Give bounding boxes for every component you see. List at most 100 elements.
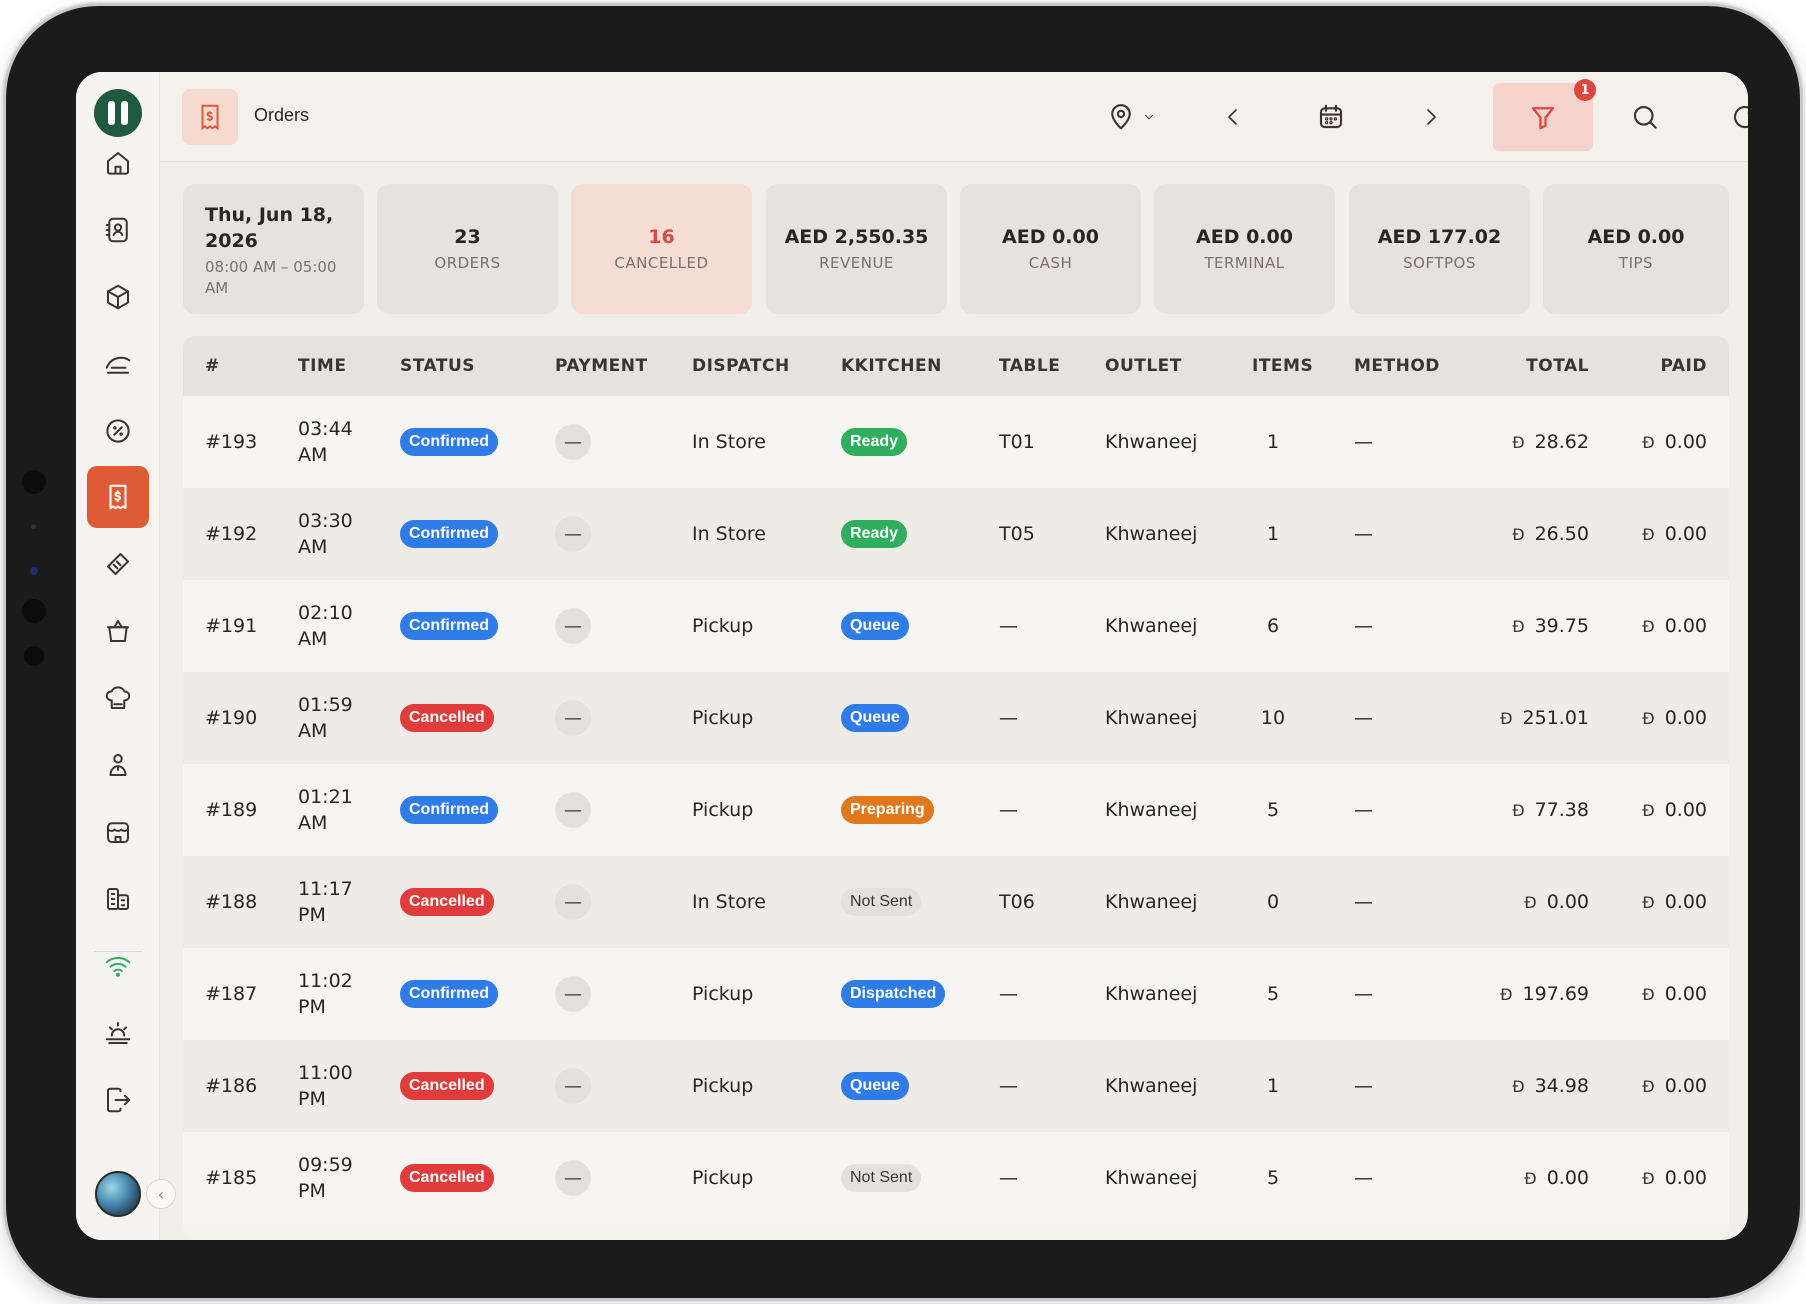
kitchen-cell: Preparing	[841, 764, 934, 856]
kitchen-status-badge: Not Sent	[841, 888, 922, 916]
col-header-status[interactable]: STATUS	[400, 336, 475, 396]
payment-method: —	[1354, 983, 1373, 1005]
table-row[interactable]: #189 01:21 AM Confirmed — Pickup Prepari…	[183, 764, 1729, 856]
dispatch-type: In Store	[692, 523, 766, 545]
col-header-dispatch[interactable]: DISPATCH	[692, 336, 790, 396]
table-number: —	[999, 799, 1018, 821]
payment-method: —	[1354, 523, 1373, 545]
kitchen-status-badge: Preparing	[841, 796, 934, 824]
next-day-button[interactable]	[1408, 94, 1454, 140]
col-header-payment[interactable]: PAYMENT	[555, 336, 648, 396]
table-row[interactable]: #188 11:17 PM Cancelled — In Store Not S…	[183, 856, 1729, 948]
sidebar-item-contacts[interactable]	[76, 200, 160, 260]
col-header-method[interactable]: METHOD	[1354, 336, 1440, 396]
col-header-paid[interactable]: PAID	[1603, 336, 1707, 396]
sidebar-item-staff[interactable]	[76, 735, 160, 795]
order-paid: Đ 0.00	[1583, 1040, 1707, 1132]
stat-cash[interactable]: AED 0.00 CASH	[960, 184, 1141, 314]
payment-badge: —	[555, 424, 591, 460]
sidebar-item-basket[interactable]	[76, 601, 160, 661]
stat-cancelled[interactable]: 16 CANCELLED	[571, 184, 752, 314]
order-time-period: AM	[298, 628, 328, 650]
currency-symbol: Đ	[1642, 616, 1655, 636]
table-row[interactable]: #185 09:59 PM Cancelled — Pickup Not Sen…	[183, 1132, 1729, 1224]
table-row[interactable]: #190 01:59 AM Cancelled — Pickup Queue —…	[183, 672, 1729, 764]
sidebar-item-connection[interactable]	[76, 936, 160, 996]
stat-terminal[interactable]: AED 0.00 TERMINAL	[1154, 184, 1335, 314]
kitchen-cell: Ready	[841, 396, 908, 488]
order-total-value: 34.98	[1534, 1075, 1589, 1097]
sidebar-item-products[interactable]	[76, 267, 160, 327]
stat-label: TIPS	[1618, 254, 1654, 272]
calendar-button[interactable]	[1306, 94, 1356, 140]
col-header-number[interactable]: #	[205, 336, 220, 396]
order-number: #188	[205, 891, 258, 913]
col-header-outlet[interactable]: OUTLET	[1105, 336, 1182, 396]
kitchen-status-badge: Not Sent	[841, 1164, 922, 1192]
sidebar-item-discounts[interactable]	[76, 401, 160, 461]
contacts-icon	[105, 217, 128, 243]
table-row[interactable]: #191 02:10 AM Confirmed — Pickup Queue —…	[183, 580, 1729, 672]
order-number: #186	[205, 1075, 258, 1097]
order-time-period: PM	[298, 996, 326, 1018]
stat-value: 16	[648, 226, 675, 248]
table-row[interactable]: #187 11:02 PM Confirmed — Pickup Dispatc…	[183, 948, 1729, 1040]
chef-icon	[105, 686, 131, 709]
sidebar-item-logout[interactable]	[76, 1070, 160, 1130]
payment-method: —	[1354, 431, 1373, 453]
receipt-icon	[201, 104, 219, 131]
order-number: #187	[205, 983, 258, 1005]
sidebar-item-orders[interactable]	[76, 466, 160, 528]
status-cell: Confirmed	[400, 488, 498, 580]
payment-cell: —	[555, 856, 591, 948]
col-header-items[interactable]: ITEMS	[1252, 336, 1313, 396]
kitchen-cell: Dispatched	[841, 948, 946, 1040]
table-row[interactable]: #192 03:30 AM Confirmed — In Store Ready…	[183, 488, 1729, 580]
stat-revenue[interactable]: AED 2,550.35 REVENUE	[766, 184, 947, 314]
item-count: 5	[1266, 983, 1280, 1005]
sensor	[24, 646, 44, 666]
currency-symbol: Đ	[1642, 1076, 1655, 1096]
col-header-table[interactable]: TABLE	[999, 336, 1060, 396]
order-time: 01:59 AM	[298, 672, 353, 764]
refresh-button[interactable]	[1720, 94, 1748, 140]
currency-symbol: Đ	[1642, 432, 1655, 452]
wifi-icon	[105, 957, 131, 977]
sidebar-item-tickets[interactable]	[76, 534, 160, 594]
sidebar-item-branches[interactable]	[76, 869, 160, 929]
sun-icon	[105, 1022, 131, 1044]
table-row[interactable]: #193 03:44 AM Confirmed — In Store Ready…	[183, 396, 1729, 488]
col-header-kitchen[interactable]: KKITCHEN	[841, 336, 942, 396]
logout-icon	[107, 1087, 131, 1113]
table-row[interactable]: #186 11:00 PM Cancelled — Pickup Queue —…	[183, 1040, 1729, 1132]
order-total-value: 251.01	[1522, 707, 1589, 729]
col-header-time[interactable]: TIME	[298, 336, 346, 396]
date-card[interactable]: Thu, Jun 18, 2026 08:00 AM – 05:00 AM	[183, 184, 364, 314]
order-paid-value: 0.00	[1664, 799, 1707, 821]
order-time: 01:21 AM	[298, 764, 353, 856]
order-number: #193	[205, 431, 258, 453]
brand-logo[interactable]	[94, 89, 142, 137]
location-pin-icon	[1111, 104, 1131, 130]
stat-tips[interactable]: AED 0.00 TIPS	[1543, 184, 1729, 314]
status-cell: Cancelled	[400, 1132, 494, 1224]
stat-label: CASH	[1028, 254, 1073, 272]
sidebar-item-delivery[interactable]	[76, 334, 160, 394]
order-paid: Đ 0.00	[1583, 396, 1707, 488]
sidebar-item-home[interactable]	[76, 133, 160, 193]
order-paid-value: 0.00	[1664, 983, 1707, 1005]
previous-day-button[interactable]	[1210, 94, 1256, 140]
stat-orders[interactable]: 23 ORDERS	[377, 184, 558, 314]
payment-cell: —	[555, 1132, 591, 1224]
sidebar-item-kitchen[interactable]	[76, 668, 160, 728]
search-button[interactable]	[1620, 94, 1670, 140]
avatar[interactable]	[95, 1171, 141, 1217]
location-selector[interactable]	[1100, 94, 1162, 140]
collapse-sidebar-button[interactable]: ‹	[146, 1179, 176, 1209]
sidebar-item-stores[interactable]	[76, 802, 160, 862]
col-header-total[interactable]: TOTAL	[1463, 336, 1589, 396]
currency-symbol: Đ	[1512, 1076, 1525, 1096]
stat-softpos[interactable]: AED 177.02 SOFTPOS	[1349, 184, 1530, 314]
status-cell: Confirmed	[400, 764, 498, 856]
sidebar-item-theme[interactable]	[76, 1003, 160, 1063]
